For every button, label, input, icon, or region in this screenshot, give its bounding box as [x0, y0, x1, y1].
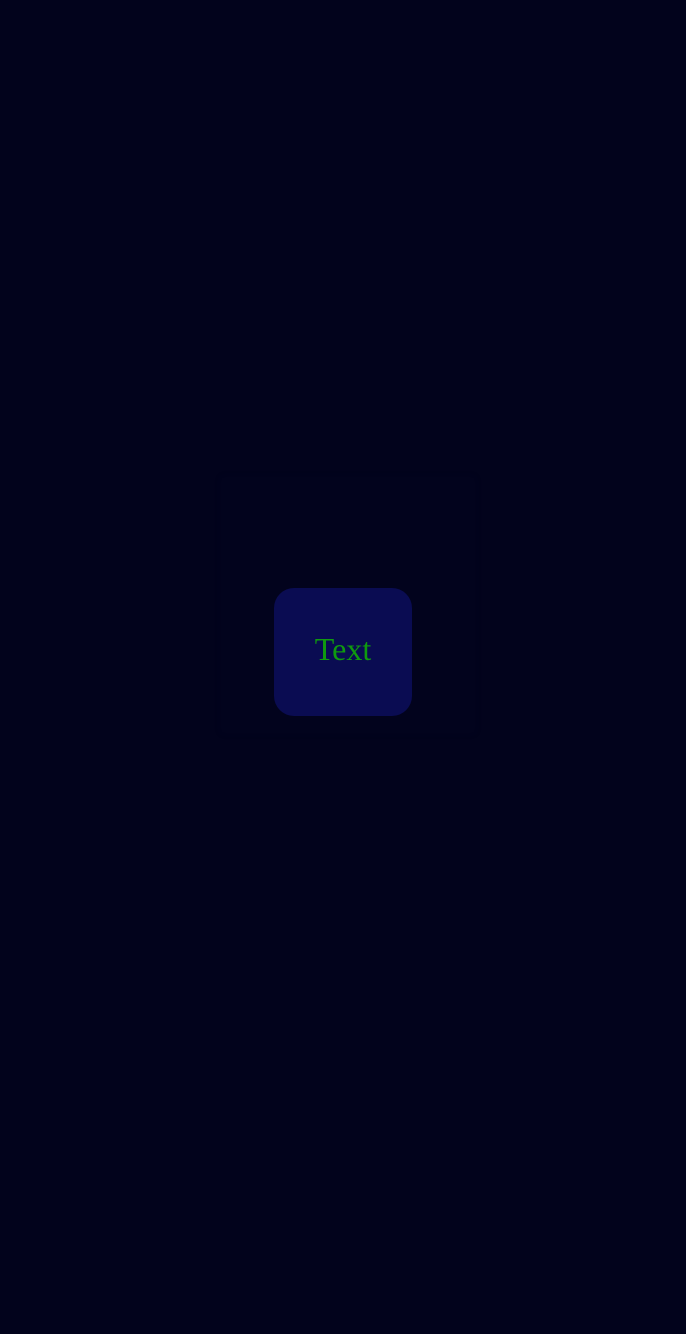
app-screen: Text — [0, 0, 686, 1334]
text-button[interactable]: Text — [274, 588, 412, 716]
text-button-label: Text — [314, 631, 372, 667]
